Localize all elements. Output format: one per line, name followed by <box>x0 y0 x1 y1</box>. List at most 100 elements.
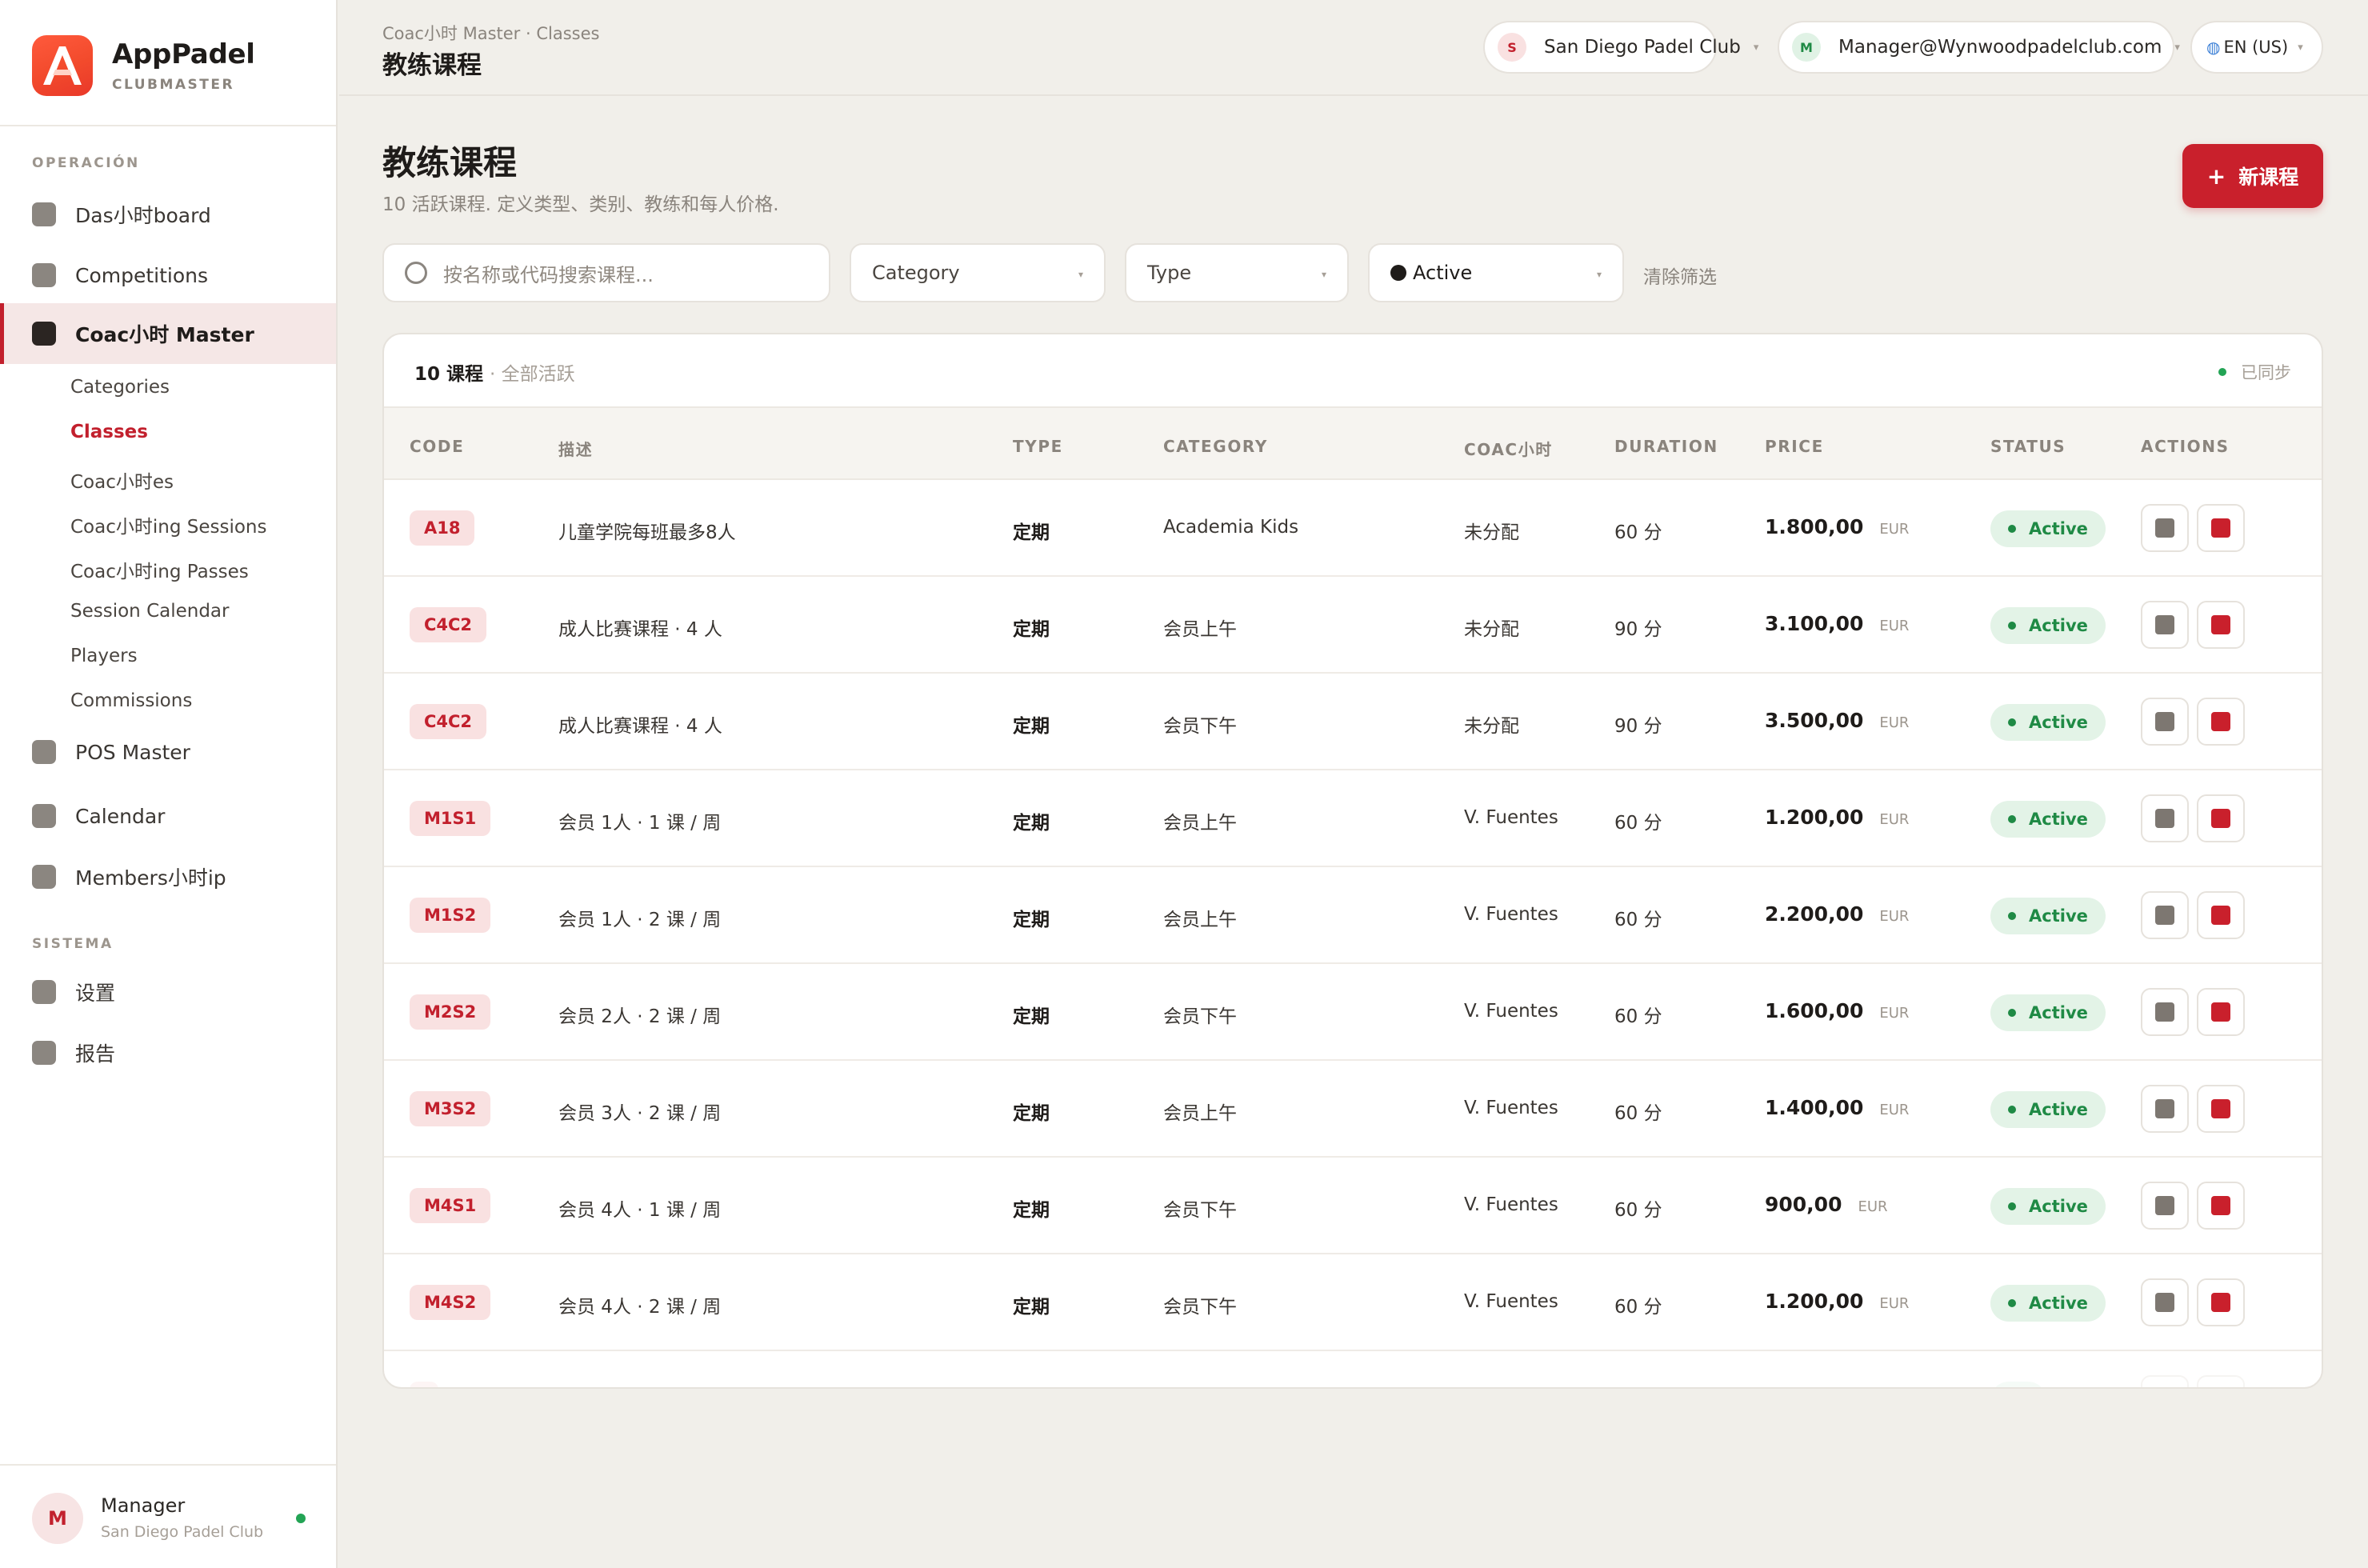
club-selector[interactable]: S San Diego Padel Club ▾ <box>1483 21 1758 74</box>
subitem-commissions[interactable]: Commissions <box>70 690 192 711</box>
delete-button[interactable] <box>2197 1182 2245 1230</box>
class-description: 会员 4人 · 2 课 / 周 <box>558 1297 722 1318</box>
status-filter[interactable]: Active ▾ <box>1368 243 1624 302</box>
user-name: Manager <box>101 1494 186 1517</box>
edit-button[interactable] <box>2141 698 2189 746</box>
delete-button[interactable] <box>2197 698 2245 746</box>
col-code[interactable]: CODE <box>410 437 464 456</box>
col-type[interactable]: TYPE <box>1013 437 1063 456</box>
sidebar-item-label: 报告 <box>75 1042 116 1066</box>
edit-button[interactable] <box>2141 1085 2189 1133</box>
user-profile[interactable]: M Manager San Diego Padel Club <box>0 1464 336 1568</box>
delete-button[interactable] <box>2197 1278 2245 1326</box>
delete-button[interactable] <box>2197 988 2245 1036</box>
table-row[interactable]: C4C2 成人比赛课程 · 4 人 定期 会员上午 未分配 90 分 3.100,00 EUR… <box>384 577 2322 674</box>
sidebar-item-settings[interactable]: 设置 <box>0 962 336 1022</box>
class-code-badge: M4S2 <box>410 1285 491 1320</box>
sidebar-item-coach-master[interactable]: Coac小时 Master <box>0 303 336 364</box>
col-coach[interactable]: COAC小时 <box>1464 437 1553 460</box>
class-price: 3.100,00 EUR <box>1765 612 1909 635</box>
sync-status: 已同步 <box>2218 360 2291 384</box>
class-code-badge: C4C2 <box>410 704 487 739</box>
delete-button[interactable] <box>2197 1375 2245 1387</box>
class-duration: 60 分 <box>1614 1200 1662 1221</box>
sidebar-item-label: Coac小时 Master <box>75 323 254 346</box>
table-row[interactable]: M3S2 会员 3人 · 2 课 / 周 定期 会员上午 V. Fuentes 60 分 1… <box>384 1061 2322 1158</box>
price-currency: EUR <box>1879 521 1910 538</box>
price-currency: EUR <box>1879 811 1910 828</box>
subitem-categories[interactable]: Categories <box>70 377 170 398</box>
col-status[interactable]: STATUS <box>1990 437 2066 456</box>
delete-button[interactable] <box>2197 601 2245 649</box>
trash-icon <box>2211 809 2230 828</box>
table-row[interactable]: A18 儿童学院每班最多8人 定期 Academia Kids 未分配 60 分 1.800… <box>384 480 2322 577</box>
search-input[interactable]: 按名称或代码搜索课程... <box>382 243 830 302</box>
subitem-players[interactable]: Players <box>70 646 138 666</box>
status-label: Active <box>2029 810 2088 829</box>
class-coach: 未分配 <box>1464 716 1519 737</box>
table-row[interactable]: M1S2 会员 1人 · 2 课 / 周 定期 会员上午 V. Fuentes 60 分 2… <box>384 867 2322 964</box>
sidebar-item-membership[interactable]: Members小时ip <box>0 846 336 907</box>
table-row[interactable]: M1S1 会员 1人 · 1 课 / 周 定期 会员上午 V. Fuentes 60 分 1… <box>384 770 2322 867</box>
trash-icon <box>2211 712 2230 731</box>
col-duration[interactable]: DURATION <box>1614 437 1718 456</box>
table-row[interactable]: M4S1 会员 4人 · 1 课 / 周 定期 会员下午 V. Fuentes 60 分 9… <box>384 1158 2322 1254</box>
edit-button[interactable] <box>2141 601 2189 649</box>
edit-button[interactable] <box>2141 1278 2189 1326</box>
sidebar-item-dashboard[interactable]: Das小时board <box>0 184 336 245</box>
edit-button[interactable] <box>2141 504 2189 552</box>
sidebar-item-calendar[interactable]: Calendar <box>0 786 336 846</box>
sidebar-item-label: Competitions <box>75 263 209 287</box>
edit-button[interactable] <box>2141 1375 2189 1387</box>
type-filter[interactable]: Type ▾ <box>1125 243 1349 302</box>
page-title: 教练课程 <box>382 143 518 182</box>
price-value: 3.100,00 <box>1765 612 1864 635</box>
price-value: 3.500,00 <box>1765 709 1864 732</box>
sidebar-item-competitions[interactable]: Competitions <box>0 245 336 306</box>
sidebar-item-pos-master[interactable]: POS Master <box>0 722 336 782</box>
delete-button[interactable] <box>2197 891 2245 939</box>
col-description[interactable]: 描述 <box>558 437 593 460</box>
subitem-coaching-passes[interactable]: Coac小时ing Passes <box>70 556 249 583</box>
manager-email: Manager@Wynwoodpadelclub.com <box>1838 37 2162 58</box>
class-type: 定期 <box>1013 910 1050 930</box>
table-row[interactable] <box>384 1351 2322 1387</box>
trash-icon <box>2211 1196 2230 1215</box>
new-class-button[interactable]: + 新课程 <box>2182 144 2323 208</box>
brand-subtitle: CLUBMASTER <box>112 77 235 93</box>
delete-button[interactable] <box>2197 1085 2245 1133</box>
delete-button[interactable] <box>2197 794 2245 842</box>
subitem-classes[interactable]: Classes <box>70 422 148 442</box>
status-dot-icon <box>2008 1009 2016 1017</box>
status-dot-icon <box>2008 912 2016 920</box>
edit-button[interactable] <box>2141 794 2189 842</box>
class-description: 儿童学院每班最多8人 <box>558 522 736 543</box>
clear-filters-link[interactable]: 清除筛选 <box>1643 262 1717 289</box>
subitem-coaching-sessions[interactable]: Coac小时ing Sessions <box>70 511 267 538</box>
edit-button[interactable] <box>2141 891 2189 939</box>
globe-icon: ◍ <box>2206 38 2221 57</box>
subitem-session-calendar[interactable]: Session Calendar <box>70 601 230 622</box>
class-price: 1.800,00 EUR <box>1765 515 1909 538</box>
sidebar-item-reports[interactable]: 报告 <box>0 1022 336 1083</box>
class-code-badge <box>410 1382 438 1387</box>
table-row[interactable]: M2S2 会员 2人 · 2 课 / 周 定期 会员下午 V. Fuentes 60 分 1… <box>384 964 2322 1061</box>
delete-button[interactable] <box>2197 504 2245 552</box>
edit-icon <box>2155 518 2174 538</box>
brand[interactable]: AppPadel CLUBMASTER <box>32 35 255 96</box>
subitem-coaches[interactable]: Coac小时es <box>70 466 174 494</box>
table-row[interactable]: M4S2 会员 4人 · 2 课 / 周 定期 会员下午 V. Fuentes 60 分 1… <box>384 1254 2322 1351</box>
search-placeholder: 按名称或代码搜索课程... <box>443 263 654 286</box>
category-filter[interactable]: Category ▾ <box>850 243 1106 302</box>
section-label-sistema: SISTEMA <box>32 936 114 952</box>
edit-button[interactable] <box>2141 1182 2189 1230</box>
manager-selector[interactable]: M Manager@Wynwoodpadelclub.com ▾ <box>1778 21 2180 74</box>
status-badge <box>1990 1382 2046 1387</box>
language-selector[interactable]: ◍ EN (US) ▾ <box>2190 21 2323 74</box>
status-filter-label: Active <box>1413 262 1473 284</box>
col-price[interactable]: PRICE <box>1765 437 1824 456</box>
status-badge: Active <box>1990 1188 2106 1225</box>
edit-button[interactable] <box>2141 988 2189 1036</box>
table-row[interactable]: C4C2 成人比赛课程 · 4 人 定期 会员下午 未分配 90 分 3.500,00 EUR… <box>384 674 2322 770</box>
col-category[interactable]: CATEGORY <box>1163 437 1268 456</box>
